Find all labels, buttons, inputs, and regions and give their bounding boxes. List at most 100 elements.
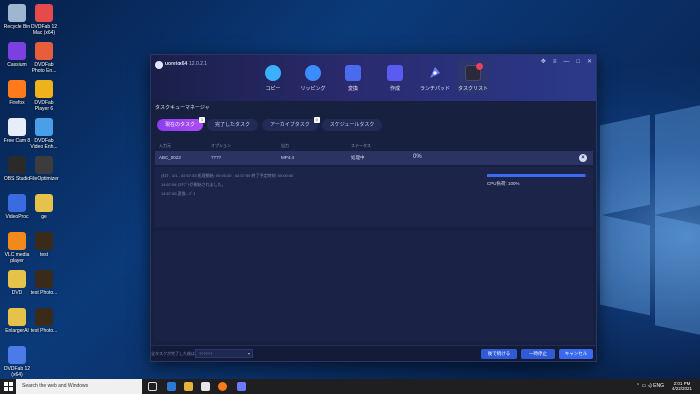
close-icon[interactable]: ✕ bbox=[587, 59, 592, 65]
after-completion-label: 全タスクが完了した後は: bbox=[151, 351, 197, 356]
desktop-icon-label: test Photo... bbox=[30, 290, 58, 296]
app-title-suffix: x64 bbox=[179, 61, 188, 67]
nav-tab-creator[interactable]: 作成 bbox=[379, 65, 411, 92]
nav-tab-copy[interactable]: コピー bbox=[257, 65, 289, 92]
desktop-icon-label: DVDFab Player 6 bbox=[34, 100, 54, 112]
desktop-icon[interactable]: DVDFab 12 Mac (x64) bbox=[29, 4, 59, 36]
task-option: ???? bbox=[211, 155, 222, 160]
nav-tab-launchpad[interactable]: ランチパッド bbox=[419, 65, 451, 92]
tab-label: スケジュールタスク bbox=[329, 122, 375, 128]
desktop-icon[interactable]: test Photo... bbox=[29, 308, 59, 334]
desktop-icon[interactable]: VideoProc bbox=[2, 194, 32, 220]
tasklist-icon bbox=[465, 63, 483, 81]
nav-tab-label: コピー bbox=[265, 86, 281, 92]
firefox-icon[interactable] bbox=[218, 382, 227, 391]
creator-icon bbox=[387, 65, 403, 81]
taskbar: Search the web and Windows ⌃ ▭ ◃) ENG 2:… bbox=[0, 379, 700, 394]
desktop-icon-label: VideoProc bbox=[5, 214, 29, 220]
app-icon bbox=[35, 308, 53, 326]
desktop-icon-label: test Photo... bbox=[30, 328, 58, 334]
task-progress-fill bbox=[487, 174, 585, 177]
app-icon bbox=[8, 156, 26, 174]
desktop-icon[interactable]: DVDFab Player 6 bbox=[29, 80, 59, 112]
app-icon bbox=[35, 80, 53, 98]
desktop-icon[interactable]: VLC media player bbox=[2, 232, 32, 264]
tab-label: 現在のタスク bbox=[165, 122, 196, 128]
column-header-output: 出力 bbox=[281, 143, 289, 148]
tab-current-tasks[interactable]: 現在のタスク 1 bbox=[157, 117, 206, 131]
minimize-icon[interactable]: — bbox=[563, 59, 569, 65]
nav-tab-ripper[interactable]: リッピング bbox=[297, 65, 329, 92]
app-icon bbox=[35, 194, 53, 212]
table-row[interactable]: ABC_0023 ???? MP4.4 処理中 0% × bbox=[155, 151, 593, 165]
desktop-icon[interactable]: Firefox bbox=[2, 80, 32, 106]
tab-archived-tasks[interactable]: アーカイブタスク 0 bbox=[262, 117, 320, 131]
desktop-icon[interactable]: test bbox=[29, 232, 59, 258]
task-count-badge: 1 bbox=[199, 117, 206, 123]
cancel-button[interactable]: キャンセル bbox=[559, 349, 593, 359]
task-output: MP4.4 bbox=[281, 155, 295, 160]
tab-label: アーカイブタスク bbox=[270, 122, 310, 128]
converter-icon bbox=[345, 65, 361, 81]
resume-later-button[interactable]: 後で続ける bbox=[481, 349, 517, 359]
taskbar-clock[interactable]: 2:01 PM 4/22/2021 bbox=[672, 381, 692, 391]
desktop-icon[interactable]: DVDFab Photo En... bbox=[29, 42, 59, 74]
tab-completed-tasks[interactable]: 完了したタスク bbox=[207, 119, 259, 131]
desktop-icon[interactable]: test Photo... bbox=[29, 270, 59, 296]
app-icon bbox=[8, 308, 26, 326]
menu-icon[interactable]: ≡ bbox=[553, 59, 557, 65]
desktop-icon[interactable]: DVDFab 12 (x64) bbox=[2, 346, 32, 378]
dvdfab-taskbar-icon[interactable] bbox=[237, 382, 246, 391]
desktop-icon[interactable]: DVDFab Video Enh... bbox=[29, 118, 59, 150]
app-icon bbox=[8, 346, 26, 364]
app-icon bbox=[8, 232, 26, 250]
task-table-header: 入力元 オプション 出力 ステータス bbox=[155, 142, 593, 150]
wallpaper-window-pane bbox=[600, 214, 650, 316]
log-line: 14:57:54 ｽｸﾘﾌﾟﾄが開始されました。 bbox=[161, 182, 226, 187]
nav-tab-tasklist[interactable]: タスクリスト bbox=[457, 59, 489, 93]
nav-tab-label: 作成 bbox=[389, 86, 400, 92]
app-icon bbox=[35, 42, 53, 60]
windows-start-icon[interactable] bbox=[4, 382, 13, 391]
desktop-icon[interactable]: FileOptimizer bbox=[29, 156, 59, 182]
desktop-icon[interactable]: Cassium bbox=[2, 42, 32, 68]
title-bar: uoreio x64 12.0.2.1 ✥ ≡ — □ ✕ コピー リッピング … bbox=[151, 55, 596, 101]
app-icon bbox=[8, 42, 26, 60]
file-explorer-icon[interactable] bbox=[184, 382, 193, 391]
task-view-icon[interactable] bbox=[148, 382, 157, 391]
desktop-icon-label: DVDFab Video Enh... bbox=[30, 138, 58, 150]
app-icon bbox=[35, 4, 53, 22]
desktop-icon[interactable]: Recycle Bin bbox=[2, 4, 32, 30]
edge-icon[interactable] bbox=[167, 382, 176, 391]
nav-tab-label: 変換 bbox=[347, 86, 358, 92]
pause-button[interactable]: 一時停止 bbox=[521, 349, 555, 359]
store-icon[interactable] bbox=[201, 382, 210, 391]
app-version: 12.0.2.1 bbox=[189, 61, 208, 67]
desktop-icon[interactable]: ge bbox=[29, 194, 59, 220]
column-header-source: 入力元 bbox=[159, 143, 171, 148]
app-icon bbox=[8, 118, 26, 136]
taskbar-search-input[interactable]: Search the web and Windows bbox=[16, 379, 142, 394]
window-footer: 全タスクが完了した後は: ?????? ▾ 後で続ける 一時停止 キャンセル bbox=[151, 345, 596, 361]
nav-tab-converter[interactable]: 変換 bbox=[337, 65, 369, 92]
wallpaper-window-pane bbox=[655, 105, 700, 215]
after-completion-select[interactable]: ?????? ▾ bbox=[195, 349, 253, 358]
task-progress-bar bbox=[487, 174, 587, 177]
app-title: uoreio bbox=[165, 61, 181, 67]
system-tray[interactable]: ⌃ ▭ ◃) ENG bbox=[636, 383, 664, 389]
desktop-icon-label: test bbox=[39, 252, 49, 258]
tab-scheduled-tasks[interactable]: スケジュールタスク bbox=[321, 119, 383, 131]
desktop-icon[interactable]: Free Cam 8 bbox=[2, 118, 32, 144]
maximize-icon[interactable]: □ bbox=[576, 59, 580, 65]
task-status: 処理中 bbox=[351, 155, 365, 160]
pin-icon[interactable]: ✥ bbox=[541, 59, 546, 65]
cpu-usage: CPU負荷: 100% bbox=[487, 181, 520, 186]
desktop-icon[interactable]: DVD bbox=[2, 270, 32, 296]
app-icon bbox=[35, 270, 53, 288]
desktop-icon[interactable]: EnlargerAI bbox=[2, 308, 32, 334]
app-logo-icon bbox=[155, 61, 163, 69]
column-header-status: ステータス bbox=[351, 143, 371, 148]
desktop-icon[interactable]: OBS Studio bbox=[2, 156, 32, 182]
task-percent: 0% bbox=[413, 154, 422, 160]
remove-task-button[interactable]: × bbox=[579, 154, 587, 162]
